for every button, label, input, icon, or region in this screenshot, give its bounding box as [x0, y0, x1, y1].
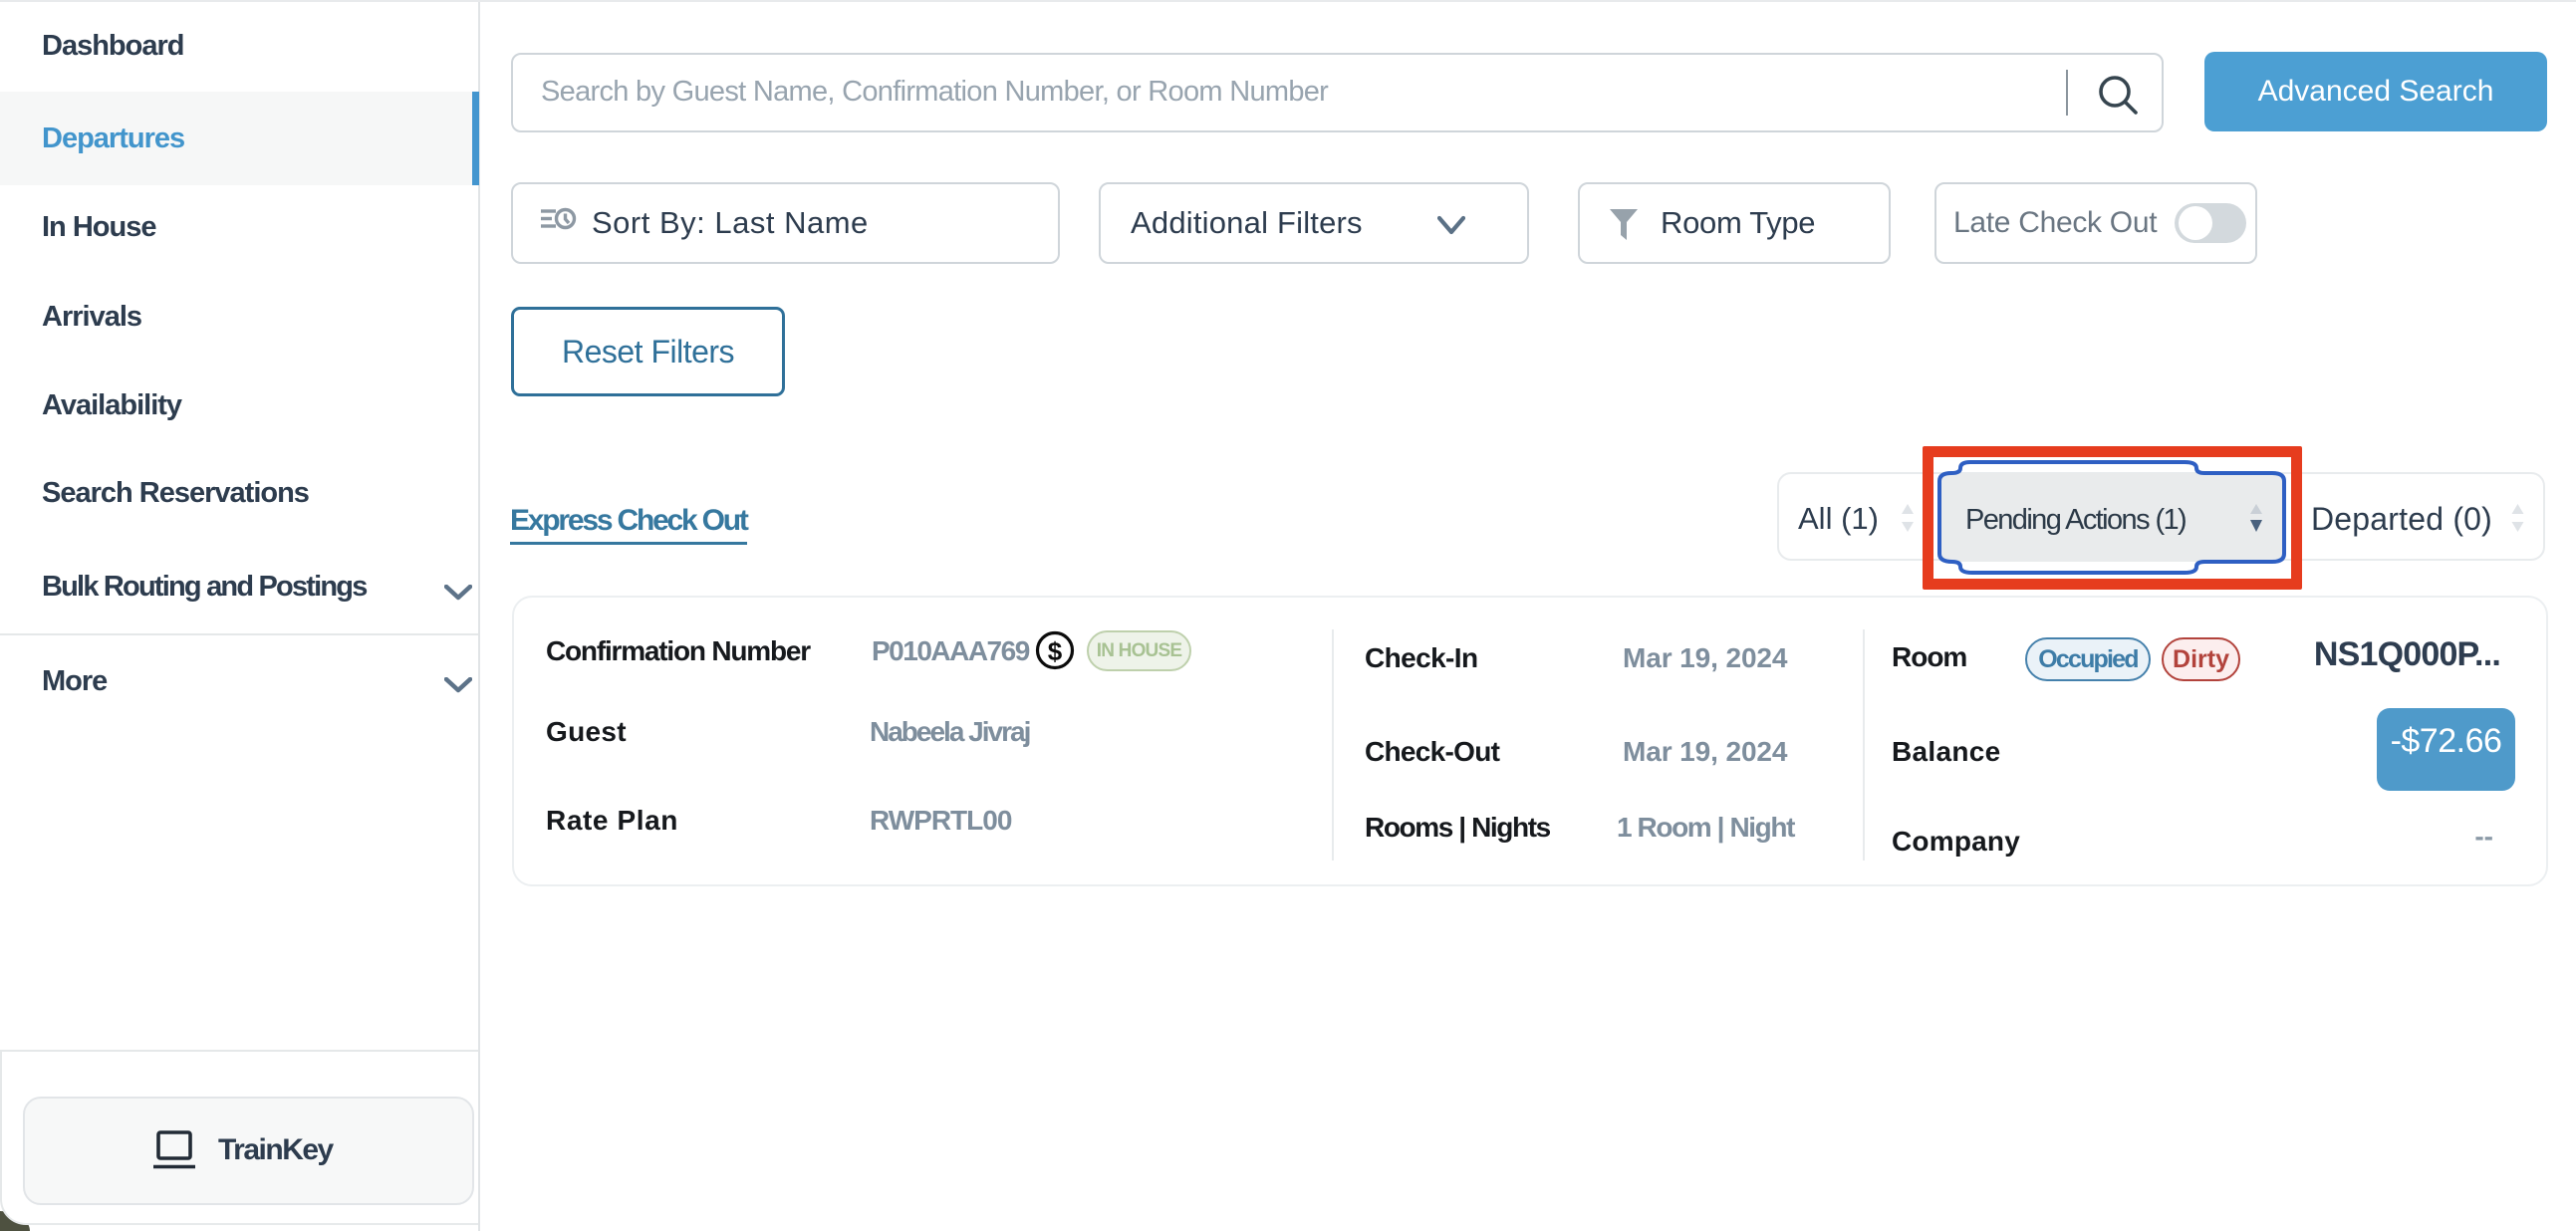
svg-text:$: $ — [1048, 636, 1063, 666]
